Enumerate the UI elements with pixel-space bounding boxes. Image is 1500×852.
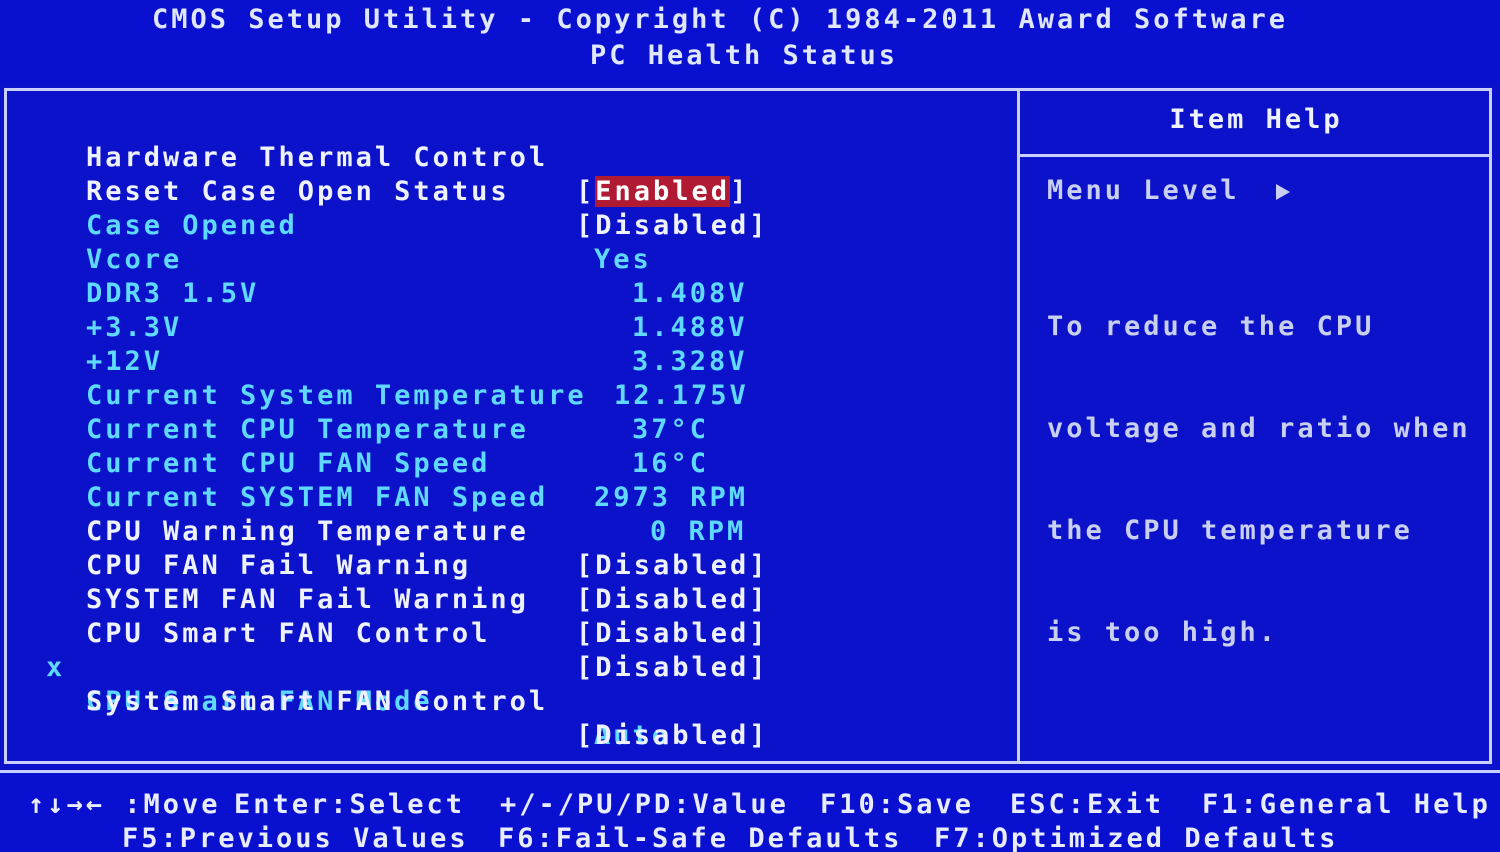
item-3v3: +3.3V 3.328V: [0, 277, 745, 377]
item-cpu-warning-temperature[interactable]: CPU Warning Temperature [Disabled]: [0, 481, 766, 581]
item-value: 0 RPM: [650, 516, 747, 547]
key-fail-safe-defaults: F6:Fail-Safe Defaults: [498, 823, 903, 852]
key-enter: Enter:Select: [234, 789, 466, 820]
menu-level: Menu Level: [1047, 174, 1290, 208]
item-value: 12.175V: [614, 380, 749, 411]
item-label: System Smart FAN Control: [86, 686, 549, 717]
item-cpu-smart-fan-control[interactable]: CPU Smart FAN Control [Disabled]: [0, 583, 766, 683]
header: CMOS Setup Utility - Copyright (C) 1984-…: [0, 0, 1500, 84]
panel-divider: [1017, 88, 1020, 764]
item-label: Current System Temperature: [86, 380, 587, 411]
key-value: +/-/PU/PD:Value: [500, 789, 789, 820]
item-label: Case Opened: [86, 210, 298, 241]
item-value: 1.488V: [632, 312, 748, 343]
item-value: 3.328V: [632, 346, 748, 377]
help-title: Item Help: [1169, 104, 1343, 135]
item-value-selected[interactable]: [Enabled]: [576, 175, 749, 209]
item-hardware-thermal-control[interactable]: Hardware Thermal Control [Enabled]: [0, 107, 746, 207]
item-cpu-fan-fail-warning[interactable]: CPU FAN Fail Warning [Disabled]: [0, 515, 766, 615]
help-description: To reduce the CPU voltage and ratio when…: [1047, 242, 1471, 718]
item-label: Hardware Thermal Control: [86, 142, 549, 173]
key-previous-values: F5:Previous Values: [122, 823, 469, 852]
item-vcore: Vcore 1.408V: [0, 209, 745, 309]
item-value[interactable]: [Disabled]: [576, 209, 769, 243]
help-line: voltage and ratio when: [1047, 413, 1471, 444]
item-value: 37°C: [632, 414, 710, 445]
help-line: is too high.: [1047, 617, 1279, 648]
bios-screen: CMOS Setup Utility - Copyright (C) 1984-…: [0, 0, 1500, 852]
item-ddr3: DDR3 1.5V 1.488V: [0, 243, 745, 343]
item-value: 2973 RPM: [594, 482, 749, 513]
item-cpu-smart-fan-mode: x CPU Smart FAN Mode Auto: [0, 617, 668, 751]
item-cpu-fan-speed: Current CPU FAN Speed 2973 RPM: [0, 413, 745, 513]
item-value[interactable]: [Disabled]: [576, 549, 769, 583]
item-label: Reset Case Open Status: [86, 176, 510, 207]
item-system-temperature: Current System Temperature 37°C: [0, 345, 706, 445]
key-move: ↑↓→← :Move: [28, 789, 221, 820]
item-label: +12V: [86, 346, 164, 377]
item-value: 1.408V: [632, 278, 748, 309]
help-divider: [1020, 154, 1492, 157]
item-value[interactable]: [Disabled]: [576, 651, 769, 685]
item-label: CPU Smart FAN Control: [86, 618, 491, 649]
key-help: F1:General Help: [1202, 789, 1491, 820]
item-value: Yes: [594, 244, 652, 275]
key-save: F10:Save: [820, 789, 975, 820]
selected-value: Enabled: [595, 176, 731, 207]
page-subtitle: PC Health Status: [589, 40, 899, 71]
item-12v: +12V 12.175V: [0, 311, 746, 411]
item-label: Current SYSTEM FAN Speed: [86, 482, 549, 513]
footer-divider: [0, 770, 1500, 773]
item-case-opened: Case Opened Yes: [0, 175, 649, 275]
key-exit: ESC:Exit: [1010, 789, 1165, 820]
key-optimized-defaults: F7:Optimized Defaults: [934, 823, 1339, 852]
item-label: Current CPU Temperature: [86, 414, 529, 445]
item-system-fan-speed: Current SYSTEM FAN Speed 0 RPM: [0, 447, 743, 547]
item-value[interactable]: [Disabled]: [576, 617, 769, 651]
item-label: +3.3V: [86, 312, 183, 343]
item-value[interactable]: [Disabled]: [576, 719, 769, 753]
help-line: the CPU temperature: [1047, 515, 1413, 546]
item-label: Vcore: [86, 244, 183, 275]
key-legend: ↑↓→← :Move Enter:Select +/-/PU/PD:Value …: [0, 774, 1500, 852]
item-system-smart-fan-control[interactable]: System Smart FAN Control [Disabled]: [0, 651, 766, 751]
item-reset-case-open-status[interactable]: Reset Case Open Status [Disabled]: [0, 141, 766, 241]
item-cpu-temperature: Current CPU Temperature 16°C: [0, 379, 706, 479]
arrow-right-icon: [1275, 183, 1290, 200]
item-value: 16°C: [632, 448, 710, 479]
item-label: CPU Warning Temperature: [86, 516, 529, 547]
item-label: Current CPU FAN Speed: [86, 448, 491, 479]
page-title: CMOS Setup Utility - Copyright (C) 1984-…: [151, 4, 1289, 35]
item-label: SYSTEM FAN Fail Warning: [86, 584, 529, 615]
item-label: DDR3 1.5V: [86, 278, 260, 309]
item-value[interactable]: [Disabled]: [576, 583, 769, 617]
item-system-fan-fail-warning[interactable]: SYSTEM FAN Fail Warning [Disabled]: [0, 549, 766, 649]
item-label: CPU FAN Fail Warning: [86, 550, 472, 581]
menu-level-label: Menu Level: [1047, 175, 1240, 206]
help-line: To reduce the CPU: [1047, 311, 1375, 342]
